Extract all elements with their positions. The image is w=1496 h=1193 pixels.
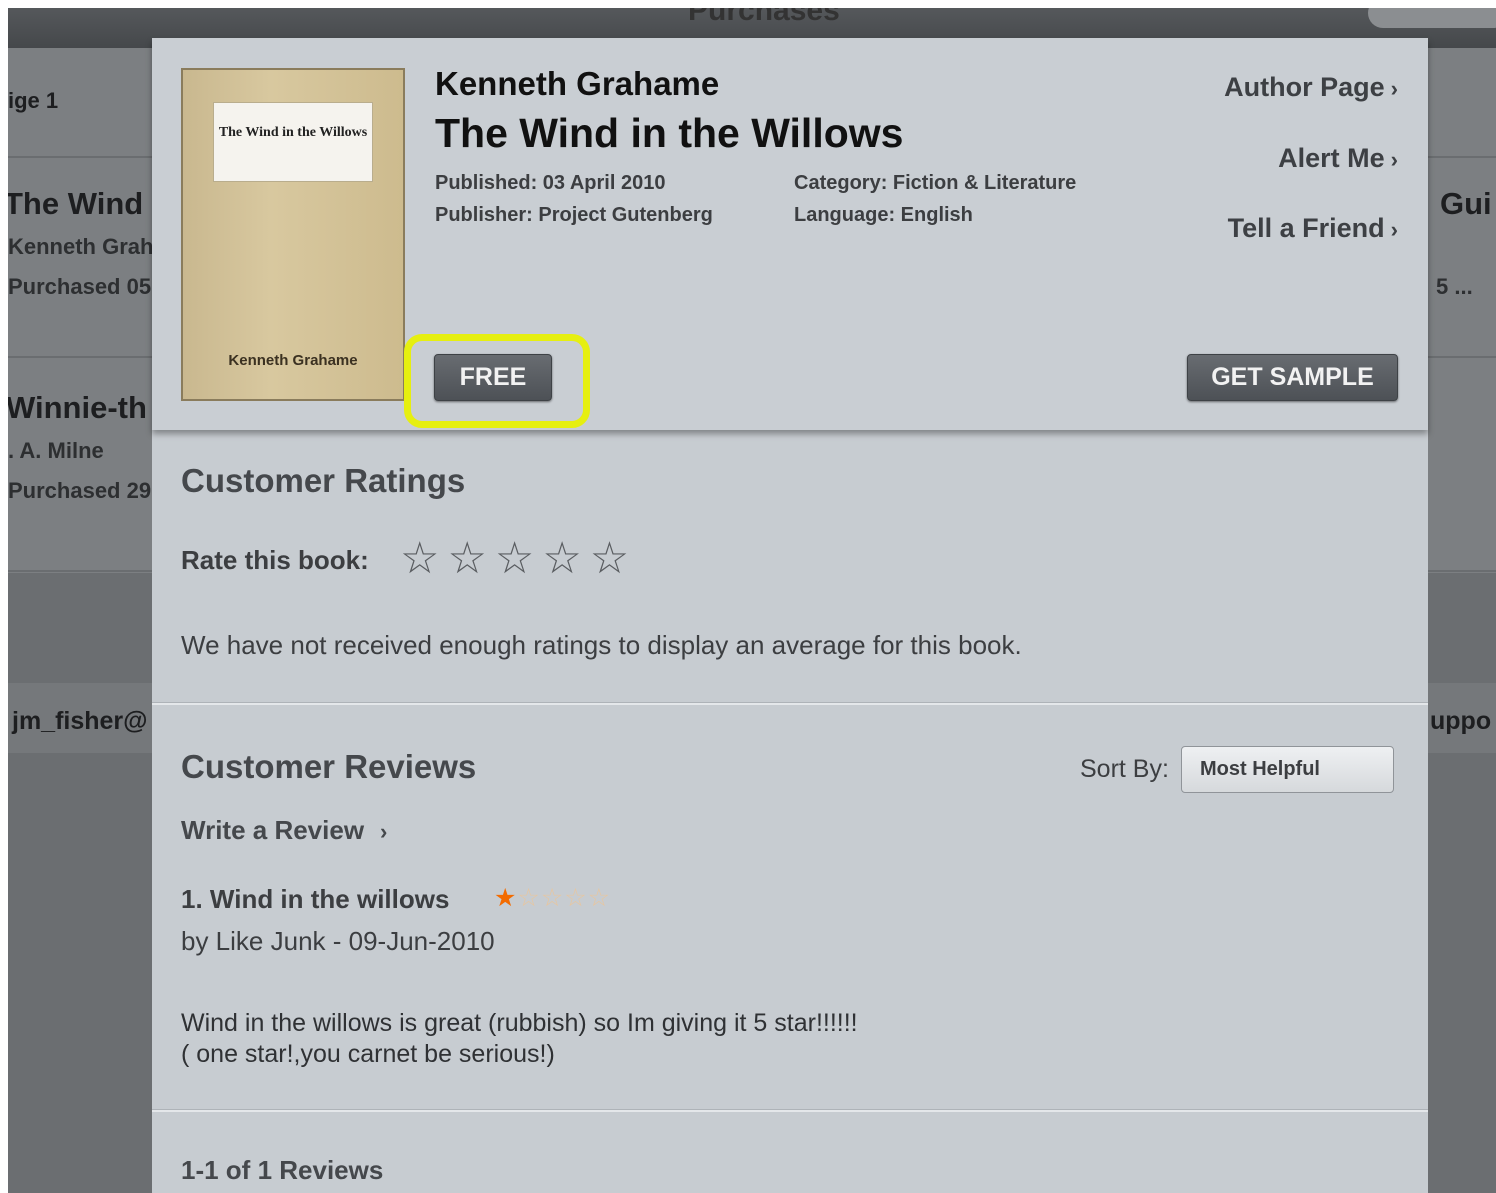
- review-count: 1-1 of 1 Reviews: [181, 1155, 384, 1185]
- background-item-sub-right: 5 ...: [1436, 274, 1473, 299]
- background-item-author: Kenneth Grah: [8, 234, 154, 259]
- chevron-right-icon: ›: [1390, 76, 1398, 101]
- customer-reviews-heading: Customer Reviews: [181, 748, 477, 785]
- book-header: The Wind in the Willows Kenneth Grahame …: [152, 38, 1428, 430]
- background-item-title-right: Gui: [1440, 186, 1492, 221]
- tell-friend-link[interactable]: Tell a Friend ›: [1228, 213, 1398, 244]
- book-author[interactable]: Kenneth Grahame: [435, 65, 719, 103]
- background-support-label: uppo: [1430, 707, 1492, 735]
- customer-ratings-heading: Customer Ratings: [181, 462, 466, 499]
- write-review-link[interactable]: Write a Review ›: [181, 815, 387, 846]
- alert-me-label: Alert Me: [1278, 143, 1385, 173]
- background-title: Purchases: [688, 8, 840, 27]
- author-page-link[interactable]: Author Page ›: [1224, 72, 1398, 103]
- cover-author: Kenneth Grahame: [228, 352, 358, 369]
- section-divider: [152, 702, 1428, 705]
- background-item-purchased: Purchased 29: [8, 478, 152, 503]
- category: Category: Fiction & Literature: [794, 172, 1077, 194]
- sort-by-select[interactable]: Most Helpful: [1181, 746, 1394, 793]
- book-cover: The Wind in the Willows Kenneth Grahame: [181, 68, 405, 401]
- review-body-line: ( one star!,you carnet be serious!): [181, 1040, 555, 1068]
- get-sample-button[interactable]: GET SAMPLE: [1187, 354, 1398, 401]
- review-body-line: Wind in the willows is great (rubbish) s…: [181, 1009, 858, 1037]
- rate-this-book-label: Rate this book:: [181, 545, 369, 575]
- chevron-right-icon: ›: [1390, 147, 1398, 172]
- book-title: The Wind in the Willows: [435, 110, 904, 156]
- write-review-label: Write a Review: [181, 815, 365, 845]
- language: Language: English: [794, 204, 973, 226]
- chevron-right-icon: ›: [1390, 217, 1398, 242]
- book-detail-sheet: The Wind in the Willows Kenneth Grahame …: [152, 38, 1428, 1193]
- background-account-label: jm_fisher@: [12, 707, 148, 735]
- background-search-field: [1368, 8, 1496, 28]
- sort-by-label: Sort By:: [1080, 755, 1169, 783]
- review-byline: by Like Junk - 09-Jun-2010: [181, 926, 495, 956]
- star-filled-icon: ★: [494, 884, 518, 912]
- cover-title: The Wind in the Willows: [213, 102, 373, 182]
- highlight-annotation: [404, 334, 590, 428]
- chevron-right-icon: ›: [380, 819, 388, 844]
- ratings-note: We have not received enough ratings to d…: [181, 630, 1022, 660]
- publisher: Publisher: Project Gutenberg: [435, 204, 713, 226]
- star-empty-icon: ☆☆☆☆: [517, 884, 612, 912]
- review-title: 1. Wind in the willows: [181, 884, 450, 914]
- published-date: Published: 03 April 2010: [435, 172, 666, 194]
- background-item-purchased: Purchased 05: [8, 274, 152, 299]
- author-page-label: Author Page: [1224, 72, 1385, 102]
- rating-stars-input[interactable]: ☆☆☆☆☆: [400, 533, 637, 584]
- background-item-title: The Wind: [8, 186, 144, 221]
- background-item-title: Winnie-th: [8, 390, 147, 425]
- section-divider: [152, 1109, 1428, 1112]
- background-item-author: . A. Milne: [8, 438, 104, 463]
- tell-friend-label: Tell a Friend: [1227, 213, 1385, 243]
- review-body: Wind in the willows is great (rubbish) s…: [181, 1008, 858, 1070]
- alert-me-link[interactable]: Alert Me ›: [1278, 143, 1398, 174]
- background-page-label: ige 1: [8, 88, 59, 113]
- review-rating: ★☆☆☆☆: [494, 883, 611, 913]
